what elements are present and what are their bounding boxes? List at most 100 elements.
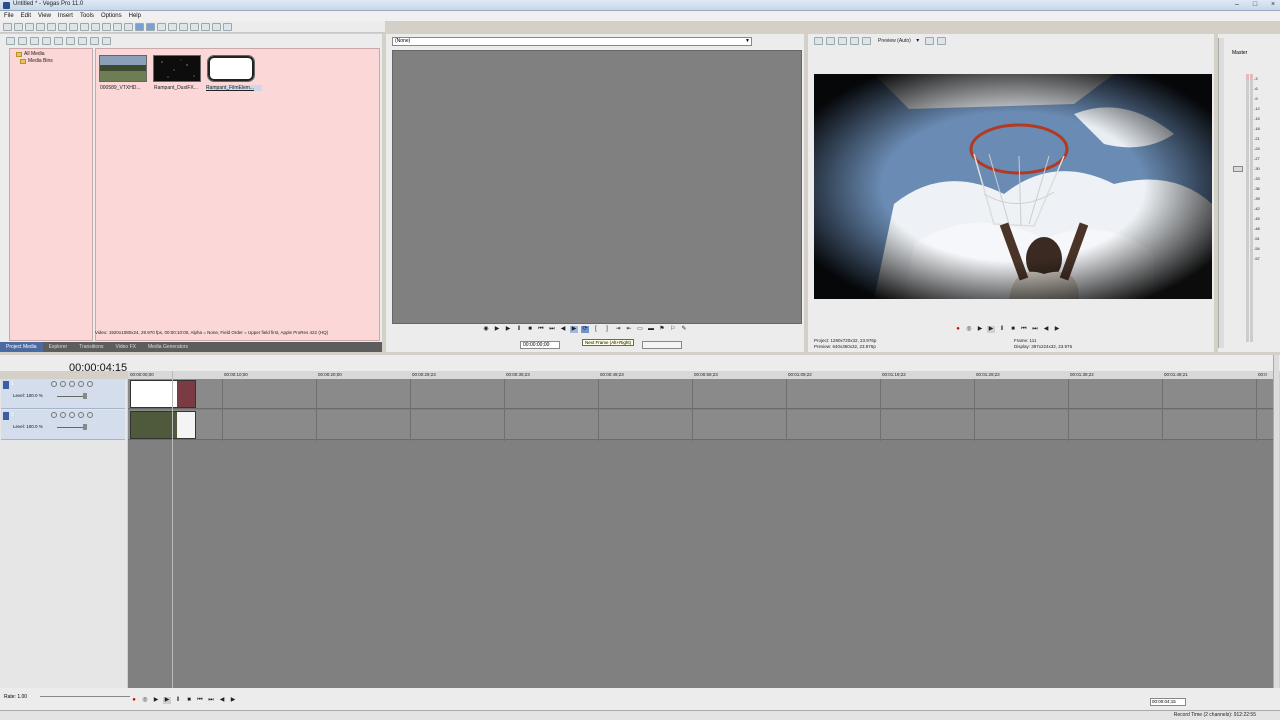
pause-icon[interactable]: Ⅱ: [998, 326, 1006, 333]
video-fx-icon[interactable]: [838, 37, 847, 45]
menu-view[interactable]: View: [38, 13, 51, 19]
timeline-tracks[interactable]: [128, 379, 1273, 688]
add-to-timeline-before-icon[interactable]: ⇤: [625, 326, 633, 333]
timeline-vertical-scrollbar[interactable]: [1273, 355, 1279, 688]
search-icon[interactable]: [102, 37, 111, 45]
play-icon[interactable]: ▶: [504, 326, 512, 333]
extract-audio-icon[interactable]: [42, 37, 51, 45]
go-to-start-icon[interactable]: ⏮: [1020, 326, 1028, 333]
external-monitor-icon[interactable]: [826, 37, 835, 45]
track-fx-icon[interactable]: [69, 412, 75, 418]
tab-project-media[interactable]: Project Media: [0, 342, 43, 352]
undo-icon[interactable]: [102, 22, 111, 31]
properties-icon[interactable]: [58, 22, 67, 31]
snapping-icon[interactable]: [168, 22, 177, 31]
track-motion-icon[interactable]: [60, 381, 66, 387]
track-level-knob[interactable]: [83, 393, 87, 399]
film-element-clip[interactable]: [130, 380, 196, 408]
track-level-knob[interactable]: [83, 424, 87, 430]
playhead-cursor[interactable]: [172, 371, 173, 689]
menu-help[interactable]: Help: [129, 13, 141, 19]
previous-frame-icon[interactable]: ◀: [1042, 326, 1050, 333]
go-to-end-icon[interactable]: ⏭: [207, 697, 215, 704]
remove-media-icon[interactable]: [54, 37, 63, 45]
next-frame-icon[interactable]: ▶: [570, 326, 578, 333]
menu-insert[interactable]: Insert: [58, 13, 73, 19]
selection-tool-icon[interactable]: [157, 22, 166, 31]
save-as-icon[interactable]: [36, 22, 45, 31]
bypass-motion-blur-icon[interactable]: [51, 412, 57, 418]
track-fx-icon[interactable]: [69, 381, 75, 387]
render-icon[interactable]: [47, 22, 56, 31]
get-media-icon[interactable]: [30, 37, 39, 45]
history-icon[interactable]: [124, 22, 133, 31]
media-thumbnail-film-element[interactable]: [207, 55, 255, 82]
region-icon[interactable]: ⚐: [669, 326, 677, 333]
solo-icon[interactable]: [87, 412, 93, 418]
maximize-button[interactable]: □: [1250, 1, 1260, 9]
media-fx-icon[interactable]: [66, 37, 75, 45]
trimmer-video-area[interactable]: [392, 50, 802, 324]
stop-icon[interactable]: ■: [1009, 326, 1017, 333]
loop-icon[interactable]: ⟳: [581, 326, 589, 333]
fit-icon[interactable]: ▭: [636, 326, 644, 333]
marker-icon[interactable]: ⚑: [658, 326, 666, 333]
views-icon[interactable]: [90, 37, 99, 45]
go-to-start-icon[interactable]: ⏮: [537, 326, 545, 333]
new-project-icon[interactable]: [3, 22, 12, 31]
play-icon[interactable]: ▶: [987, 326, 995, 333]
track-motion-icon[interactable]: [60, 412, 66, 418]
record-icon[interactable]: ◉: [482, 326, 490, 333]
track-header-2[interactable]: 2 Level: 100.0 %: [1, 410, 125, 440]
play-media-icon[interactable]: [78, 37, 87, 45]
overlays-icon[interactable]: [862, 37, 871, 45]
envelope-tool-icon[interactable]: [146, 22, 155, 31]
track-lane-2[interactable]: [128, 410, 1273, 440]
tab-video-fx[interactable]: Video FX: [109, 342, 141, 352]
ignore-grouping-icon[interactable]: [212, 22, 221, 31]
tab-explorer[interactable]: Explorer: [43, 342, 74, 352]
normal-edit-tool-icon[interactable]: [135, 22, 144, 31]
play-from-start-icon[interactable]: ▶: [976, 326, 984, 333]
go-to-start-icon[interactable]: ⏮: [196, 697, 204, 704]
pause-icon[interactable]: Ⅱ: [515, 326, 523, 333]
stop-icon[interactable]: ■: [526, 326, 534, 333]
play-from-start-icon[interactable]: ▶: [493, 326, 501, 333]
overwrite-icon[interactable]: ▬: [647, 326, 655, 333]
tree-all-media[interactable]: All Media: [16, 51, 45, 57]
record-icon[interactable]: ●: [130, 697, 138, 704]
next-frame-icon[interactable]: ▶: [229, 697, 237, 704]
save-snapshot-icon[interactable]: [936, 37, 946, 45]
preview-quality-dropdown[interactable]: Preview (Auto): [878, 38, 911, 44]
loop-playback-icon[interactable]: ◎: [965, 326, 973, 333]
mute-icon[interactable]: [78, 412, 84, 418]
trimmer-history-dropdown[interactable]: (None) ▼: [392, 37, 752, 46]
help-icon[interactable]: [223, 22, 232, 31]
rate-slider[interactable]: [40, 696, 130, 697]
import-media-icon[interactable]: [6, 37, 15, 45]
cursor-position-field[interactable]: 00:00:04;15: [1150, 698, 1186, 706]
mute-icon[interactable]: [78, 381, 84, 387]
play-icon[interactable]: ▶: [163, 697, 171, 704]
master-volume-fader[interactable]: [1233, 166, 1243, 172]
previous-frame-icon[interactable]: ◀: [559, 326, 567, 333]
go-to-end-icon[interactable]: ⏭: [1031, 326, 1039, 333]
bypass-motion-blur-icon[interactable]: [51, 381, 57, 387]
menu-options[interactable]: Options: [101, 13, 122, 19]
save-icon[interactable]: [25, 22, 34, 31]
solo-icon[interactable]: [87, 381, 93, 387]
capture-icon[interactable]: [18, 37, 27, 45]
split-screen-icon[interactable]: [850, 37, 859, 45]
go-to-end-icon[interactable]: ⏭: [548, 326, 556, 333]
track-lane-1[interactable]: [128, 379, 1273, 409]
preview-properties-icon[interactable]: [814, 37, 823, 45]
open-icon[interactable]: [14, 22, 23, 31]
next-frame-icon[interactable]: ▶: [1053, 326, 1061, 333]
copy-snapshot-icon[interactable]: [924, 37, 934, 45]
edit-icon[interactable]: ✎: [680, 326, 688, 333]
close-button[interactable]: ×: [1268, 1, 1278, 9]
panel-splitter[interactable]: [1218, 38, 1224, 348]
menu-file[interactable]: File: [4, 13, 14, 19]
cut-icon[interactable]: [69, 22, 78, 31]
stop-icon[interactable]: ■: [185, 697, 193, 704]
